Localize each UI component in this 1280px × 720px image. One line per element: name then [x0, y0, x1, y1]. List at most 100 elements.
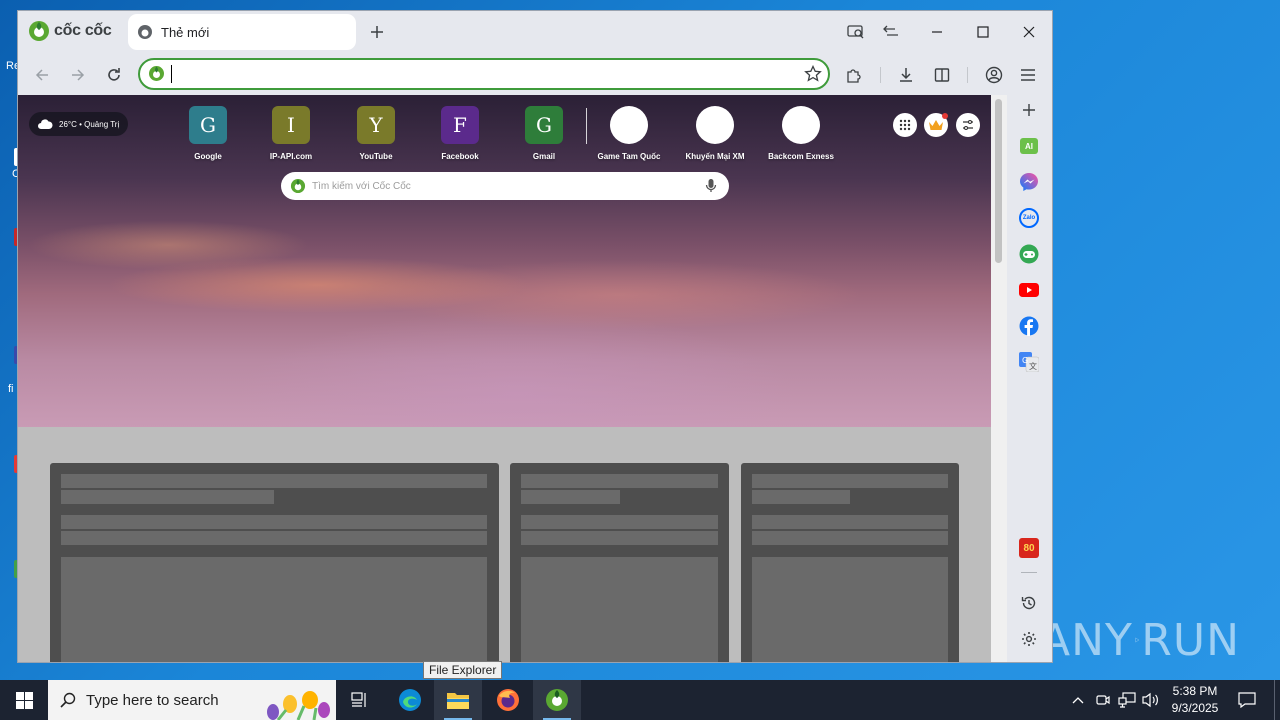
news-card-placeholder [741, 463, 959, 662]
youtube-icon [1019, 283, 1039, 297]
customize-button[interactable] [956, 113, 980, 137]
edge-icon [399, 689, 421, 711]
search-input[interactable] [312, 180, 692, 192]
skeleton-line [61, 531, 487, 545]
coccoc-logo[interactable]: cốc cốc [28, 20, 112, 42]
search-box[interactable] [281, 172, 729, 200]
notifications-button[interactable] [1234, 680, 1260, 720]
shortcut-label: Gmail [532, 152, 556, 161]
shortcut-tile: F [441, 106, 479, 144]
side-history-button[interactable] [1018, 592, 1040, 614]
clock-time: 5:38 PM [1172, 684, 1218, 698]
shortcut-tile: G [189, 106, 227, 144]
side-80-anniversary-button[interactable]: 80 [1018, 537, 1040, 559]
taskbar-search[interactable] [48, 680, 336, 720]
toolbar [18, 53, 1052, 95]
skeleton-line [752, 515, 948, 529]
profile-icon [985, 66, 1003, 84]
reload-button[interactable] [102, 63, 126, 87]
shortcut-label: Khuyến Mại XM [685, 152, 745, 161]
extensions-button[interactable] [842, 63, 866, 87]
coccoc-search-icon [290, 178, 306, 194]
close-button[interactable] [1018, 21, 1040, 43]
edge-taskbar-button[interactable] [386, 680, 434, 720]
history-icon [1021, 596, 1036, 610]
svg-text:G: G [1022, 356, 1028, 365]
clock-date: 9/3/2025 [1171, 701, 1219, 715]
toolbar-divider [880, 67, 881, 83]
news-card-placeholder [50, 463, 499, 662]
shortcut-google[interactable]: G Google [168, 106, 248, 161]
search-tabs-button[interactable] [845, 21, 867, 43]
side-add-button[interactable] [1018, 99, 1040, 121]
close-icon [1023, 26, 1035, 38]
tab-switch-button[interactable] [880, 21, 902, 43]
minimize-button[interactable] [926, 21, 948, 43]
network-button[interactable] [1116, 680, 1138, 720]
maximize-button[interactable] [972, 21, 994, 43]
downloads-button[interactable] [894, 63, 918, 87]
chevron-up-icon [1072, 697, 1084, 704]
shortcut-youtube[interactable]: Y YouTube [336, 106, 416, 161]
menu-button[interactable] [1016, 63, 1040, 87]
taskbar-clock[interactable]: 5:38 PM 9/3/2025 [1160, 683, 1230, 717]
new-tab-button[interactable] [366, 21, 388, 43]
coccoc-taskbar-button[interactable] [533, 680, 581, 720]
address-bar[interactable] [138, 58, 830, 90]
file-explorer-taskbar-button[interactable] [434, 680, 482, 720]
address-input[interactable] [170, 64, 790, 84]
cloud-icon [38, 119, 53, 129]
shortcut-gmail[interactable]: G Gmail [504, 106, 584, 161]
speaker-icon [1142, 692, 1158, 708]
side-game-button[interactable] [1018, 243, 1040, 265]
apps-grid-icon [899, 119, 911, 131]
coccoc-icon [546, 689, 568, 711]
new-tab-page: 26°C • Quảng Trị G Google I IP-API.com Y… [18, 95, 991, 662]
shortcut-label: YouTube [359, 152, 393, 161]
show-hidden-icons-button[interactable] [1068, 680, 1088, 720]
bookmark-star-icon[interactable] [804, 65, 822, 83]
puzzle-icon [847, 69, 861, 83]
tab-new-tab[interactable]: Thẻ mới [128, 14, 356, 50]
side-messenger-button[interactable] [1018, 171, 1040, 193]
weather-widget[interactable]: 26°C • Quảng Trị [29, 112, 129, 136]
microphone-icon[interactable] [705, 178, 717, 194]
side-facebook-button[interactable] [1018, 315, 1040, 337]
flowers-decoration-icon [267, 691, 330, 720]
side-youtube-button[interactable] [1018, 279, 1040, 301]
shortcut-backcom-exness[interactable]: Backcom Exness [761, 106, 841, 161]
back-button[interactable] [30, 63, 54, 87]
apps-grid-button[interactable] [893, 113, 917, 137]
forward-button[interactable] [66, 63, 90, 87]
arrow-right-icon [72, 69, 85, 81]
volume-button[interactable] [1140, 680, 1162, 720]
minimize-icon [932, 31, 942, 33]
search-icon [60, 692, 76, 708]
skeleton-line [521, 490, 620, 504]
shortcut-tile [610, 106, 648, 144]
skeleton-line [521, 474, 718, 488]
split-view-button[interactable] [930, 63, 954, 87]
shortcut-facebook[interactable]: F Facebook [420, 106, 500, 161]
side-translate-button[interactable]: G文 [1018, 351, 1040, 373]
side-settings-button[interactable] [1018, 628, 1040, 650]
start-button[interactable] [0, 680, 48, 720]
page-scrollbar[interactable] [991, 95, 1007, 662]
shortcut-tile: G [525, 106, 563, 144]
profile-button[interactable] [982, 63, 1006, 87]
scrollbar-thumb[interactable] [995, 99, 1002, 263]
taskbar-search-input[interactable] [86, 691, 266, 709]
task-view-button[interactable] [336, 680, 384, 720]
shortcut-ip-api[interactable]: I IP-API.com [251, 106, 331, 161]
side-ai-button[interactable]: AI [1018, 135, 1040, 157]
shortcut-khuyen-mai-xm[interactable]: Khuyến Mại XM [675, 106, 755, 161]
meet-now-button[interactable] [1093, 680, 1113, 720]
show-desktop-button[interactable] [1274, 680, 1275, 720]
firefox-icon [497, 689, 519, 711]
firefox-taskbar-button[interactable] [484, 680, 532, 720]
premium-button[interactable] [924, 113, 948, 137]
ai-icon: AI [1020, 138, 1038, 154]
notification-icon [1238, 692, 1256, 708]
side-zalo-button[interactable]: Zalo [1018, 207, 1040, 229]
shortcut-game-tam-quoc[interactable]: Game Tam Quốc [589, 106, 669, 161]
